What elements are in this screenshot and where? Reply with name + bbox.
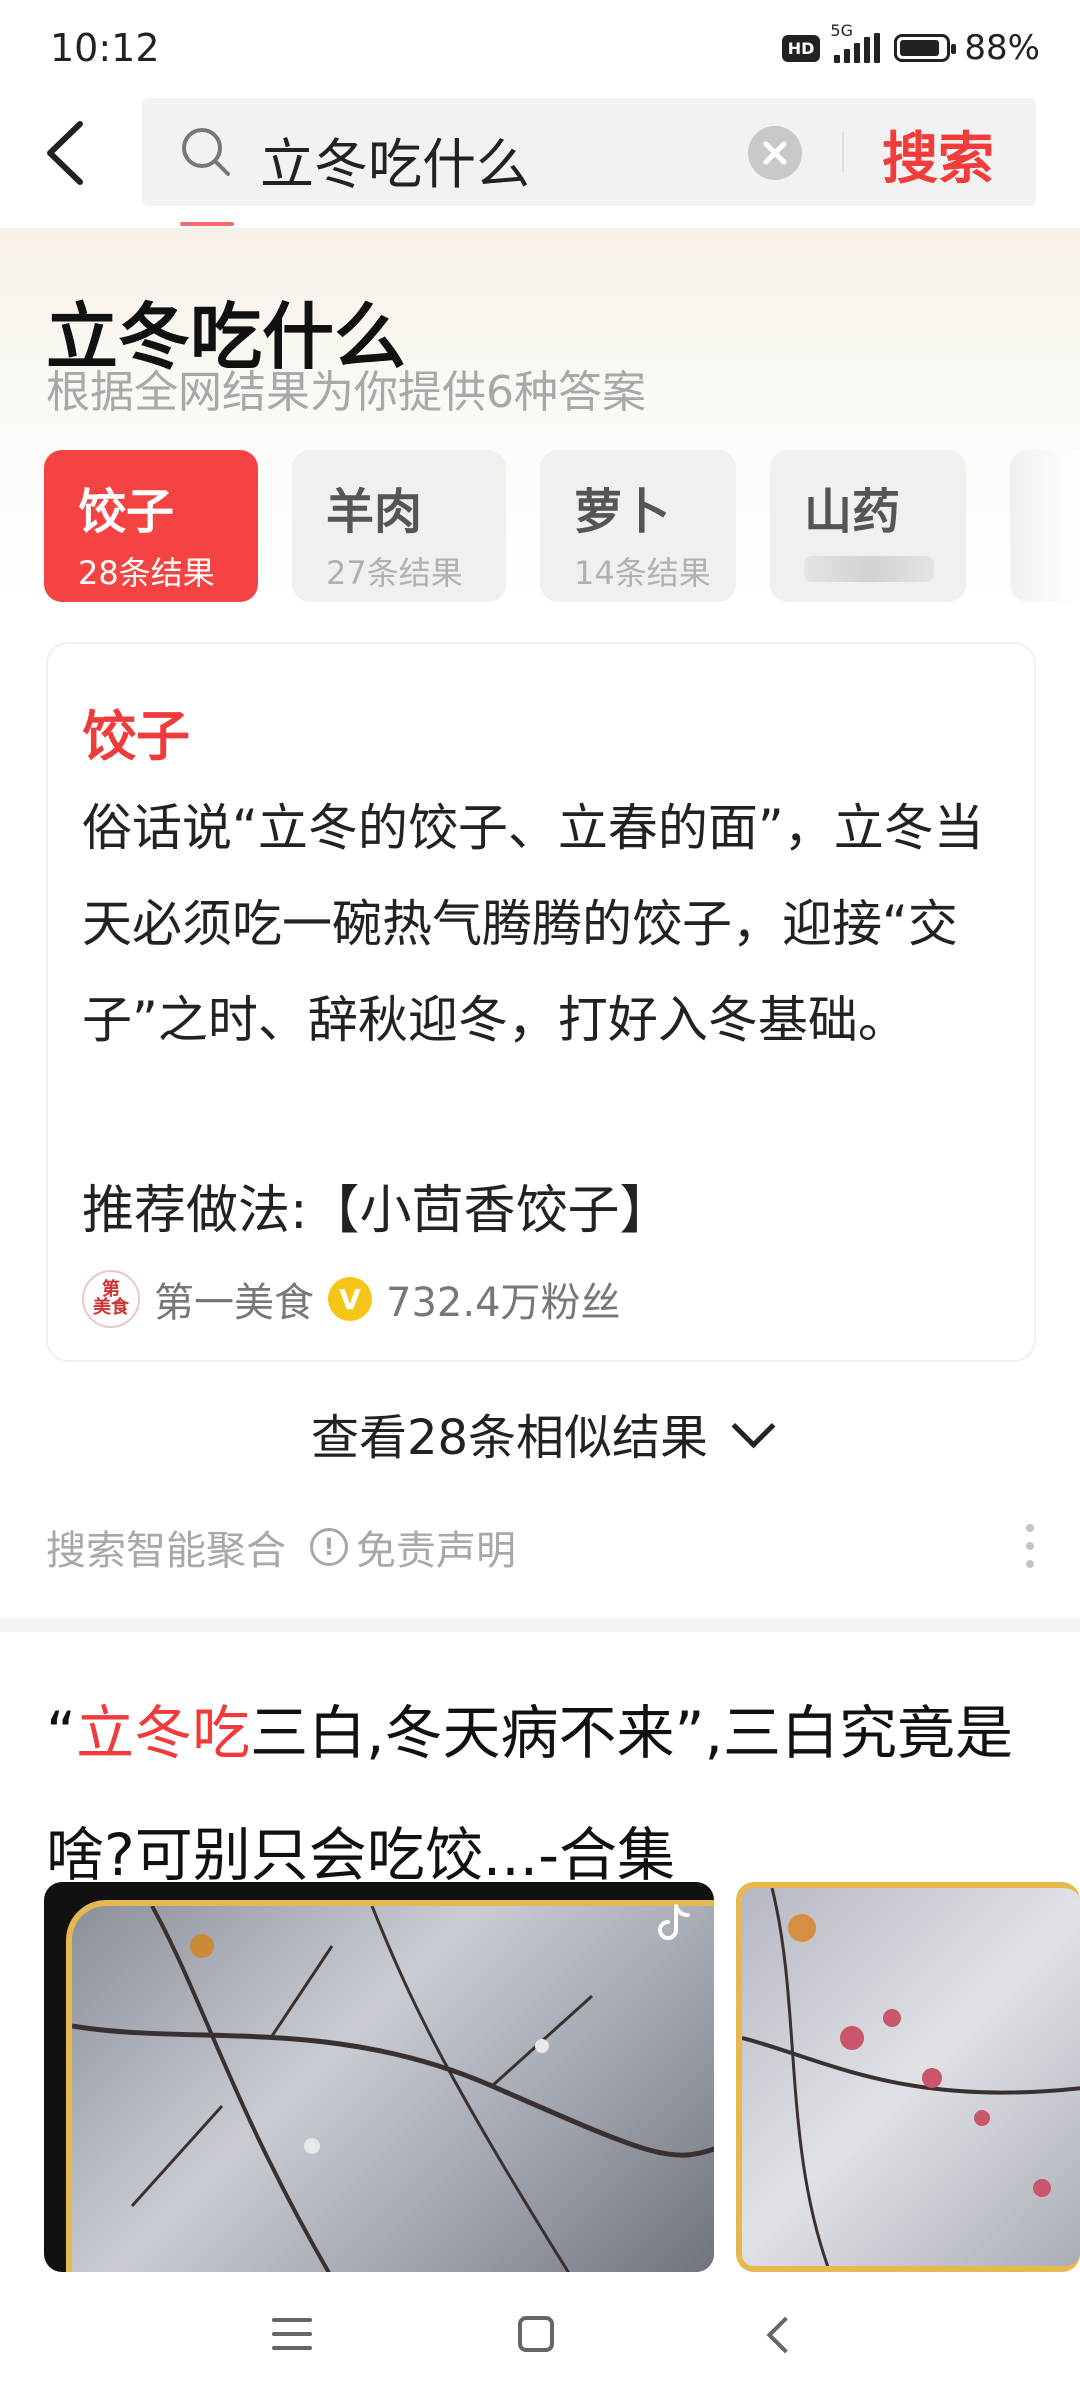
section-divider (0, 1618, 1080, 1632)
nav-back-icon[interactable] (766, 2316, 804, 2354)
chip-label: 饺子 (78, 484, 175, 540)
card-recommend[interactable]: 推荐做法:【小茴香饺子】 (82, 1168, 672, 1243)
chip-count: 28条结果 (78, 554, 215, 592)
answer-chips: 饺子 28条结果 羊肉 27条结果 萝卜 14条结果 山药 (44, 450, 966, 602)
chip-count-placeholder (804, 556, 934, 582)
battery-percent: 88% (964, 28, 1040, 68)
more-vertical-icon[interactable] (1026, 1524, 1034, 1568)
thumbnail-image (66, 1900, 714, 2272)
video-thumbnail-2[interactable] (736, 1882, 1080, 2272)
network-type: 5G (830, 21, 853, 40)
blossom-graphic (742, 1888, 1080, 2266)
status-time: 10:12 (50, 26, 160, 70)
chip-label: 山药 (804, 484, 901, 540)
title-highlight: 立冬吃 (76, 1699, 251, 1767)
answer-subtitle: 根据全网结果为你提供6种答案 (46, 367, 646, 418)
disclaimer-link[interactable]: ! 免责声明 (310, 1518, 516, 1576)
menu-icon[interactable] (272, 2318, 312, 2360)
more-results-button[interactable]: 查看28条相似结果 (0, 1398, 1080, 1468)
signal-icon: 5G (830, 21, 881, 63)
more-results-label: 查看28条相似结果 (310, 1410, 709, 1466)
card-body: 俗话说“立冬的饺子、立春的面”，立冬当天必须吃一碗热气腾腾的饺子，迎接“交子”之… (82, 799, 984, 1049)
chip-count: 14条结果 (574, 554, 711, 592)
search-bar[interactable]: 立冬吃什么 搜索 (142, 98, 1036, 206)
disclaimer-label: 免责声明 (356, 1528, 516, 1574)
status-bar: 10:12 HD 5G 88% (0, 0, 1080, 96)
chip-count: 27条结果 (326, 554, 463, 592)
verified-icon: V (328, 1277, 372, 1321)
author-logo: 第美食 (82, 1270, 140, 1328)
video-thumbnail[interactable] (44, 1882, 714, 2272)
chip-label: 萝卜 (574, 484, 671, 540)
aggregate-label: 搜索智能聚合 (46, 1528, 286, 1574)
card-heading: 饺子 (82, 705, 190, 768)
search-button[interactable]: 搜索 (882, 114, 994, 195)
chip-yangrou[interactable]: 羊肉 27条结果 (292, 450, 506, 602)
answer-footer: 搜索智能聚合 ! 免责声明 (46, 1518, 516, 1576)
branches-graphic (72, 1906, 714, 2272)
title-prefix: “ (46, 1699, 77, 1767)
info-icon: ! (310, 1528, 348, 1566)
system-nav-bar (0, 2272, 1080, 2400)
chevron-down-icon (731, 1404, 776, 1449)
back-arrow-icon[interactable] (40, 118, 100, 188)
hd-icon: HD (781, 34, 821, 62)
search-input[interactable]: 立冬吃什么 (260, 120, 530, 199)
tab-indicator (180, 222, 234, 226)
chip-label: 羊肉 (326, 484, 423, 540)
home-icon[interactable] (518, 2316, 554, 2352)
search-divider (842, 132, 844, 172)
tiktok-icon (658, 1904, 690, 1940)
clear-icon[interactable] (748, 126, 802, 180)
result-title[interactable]: “立冬吃三白,冬天病不来”,三白究竟是啥?可别只会吃饺...-合集 (46, 1672, 1046, 1916)
status-icons: HD 5G 88% (781, 21, 1040, 68)
author-followers: 732.4万粉丝 (386, 1280, 621, 1326)
answer-card[interactable]: 饺子 俗话说“立冬的饺子、立春的面”，立冬当天必须吃一碗热气腾腾的饺子，迎接“交… (46, 642, 1036, 1362)
chip-shanyao[interactable]: 山药 (770, 450, 966, 602)
search-icon (182, 128, 230, 176)
card-author[interactable]: 第美食 第一美食 V 732.4万粉丝 (82, 1270, 621, 1328)
chip-jiaozi[interactable]: 饺子 28条结果 (44, 450, 258, 602)
author-name: 第一美食 (154, 1280, 314, 1326)
chip-overflow[interactable] (1010, 450, 1080, 602)
chip-luobo[interactable]: 萝卜 14条结果 (540, 450, 736, 602)
battery-icon (894, 34, 957, 62)
